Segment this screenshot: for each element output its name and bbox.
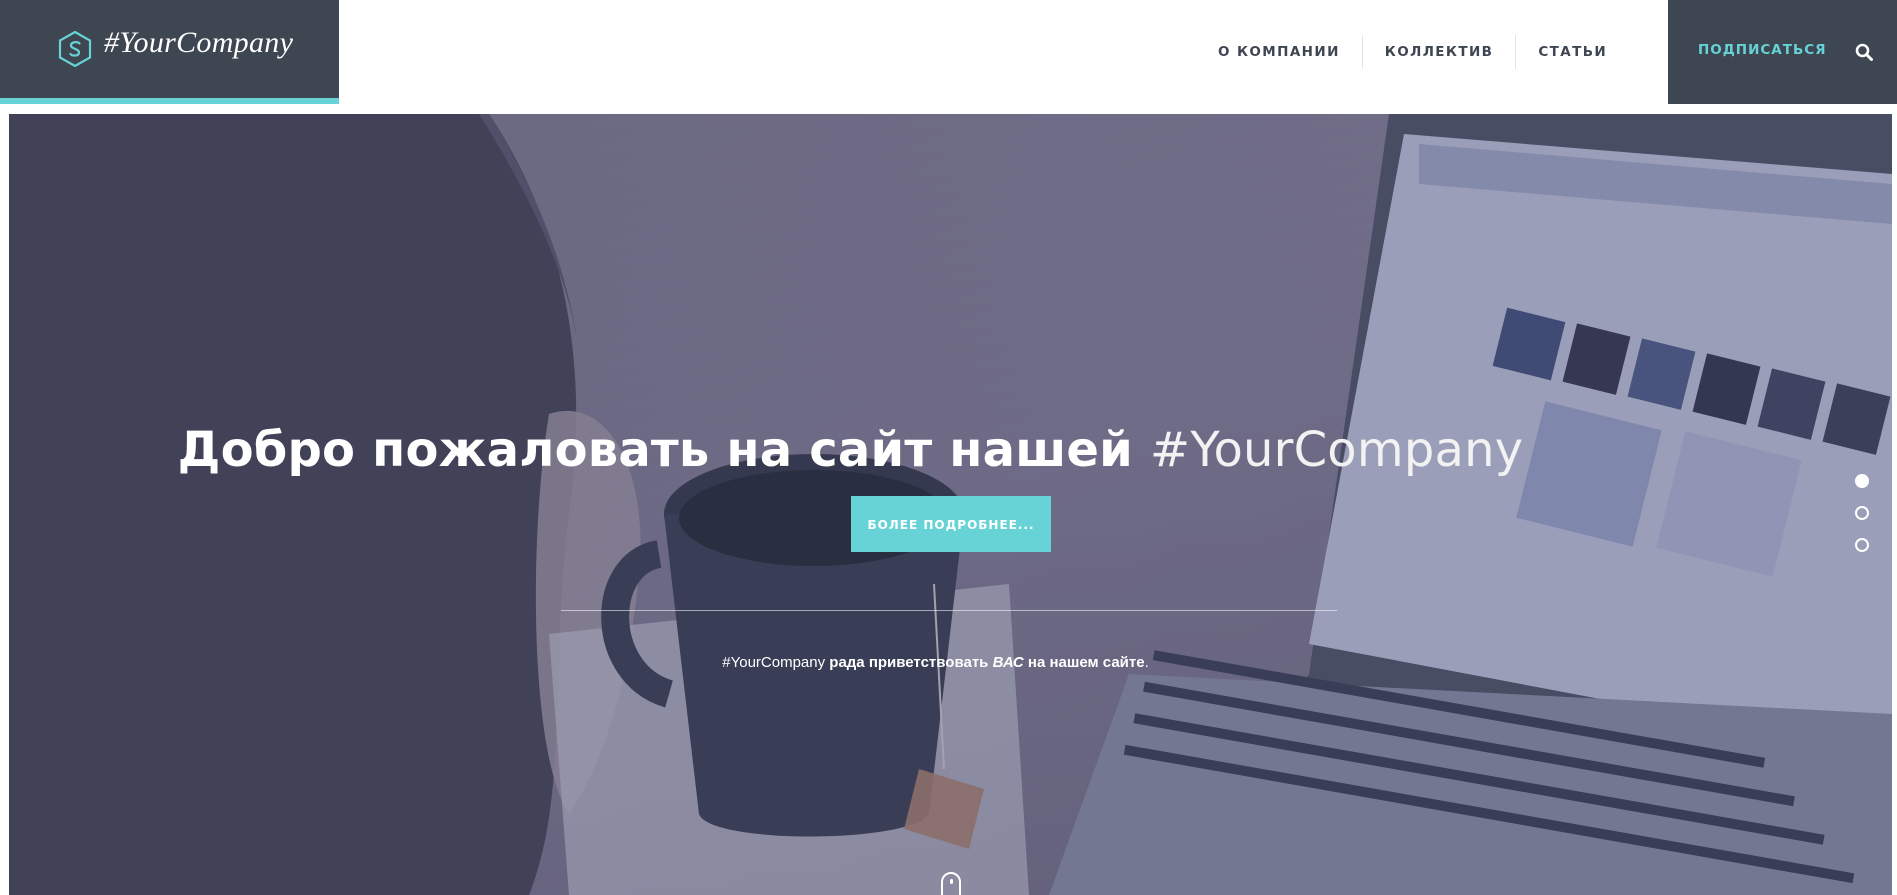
hero-divider [561,610,1337,611]
nav-item-articles[interactable]: СТАТЬИ [1516,34,1629,70]
hero-slider: Добро пожаловать на сайт нашей #YourComp… [9,114,1892,895]
header-actions: ПОДПИСАТЬСЯ [1668,0,1897,104]
logo-text: #YourCompany [104,26,294,59]
logo-block[interactable]: #YourCompany [0,0,339,98]
subtitle-text-1: рада приветствовать [825,654,993,671]
subtitle-end: . [1144,654,1149,671]
hero-title-main: Добро пожаловать на сайт нашей [177,422,1150,479]
more-info-button[interactable]: БОЛЕЕ ПОДРОБНЕЕ... [851,496,1051,552]
subtitle-emphasis: ВАС [992,654,1024,671]
slider-dot-2[interactable] [1855,506,1869,520]
nav-item-about[interactable]: О КОМПАНИИ [1200,34,1362,70]
hero-subtitle: #YourCompany рада приветствовать ВАС на … [9,654,1877,671]
subtitle-brand: #YourCompany [722,654,826,671]
hero-title: Добро пожаловать на сайт нашей #YourComp… [9,422,1792,478]
subscribe-button[interactable]: ПОДПИСАТЬСЯ [1698,42,1827,58]
hexagon-s-logo-icon [58,30,92,68]
site-header: #YourCompany О КОМПАНИИ КОЛЛЕКТИВ СТАТЬИ… [0,0,1897,104]
mouse-scroll-icon[interactable] [941,872,961,895]
subtitle-text-2: на нашем сайте [1023,654,1145,671]
nav-item-team[interactable]: КОЛЛЕКТИВ [1363,34,1516,70]
main-nav: О КОМПАНИИ КОЛЛЕКТИВ СТАТЬИ [1200,34,1629,70]
logo-accent-bar [0,98,339,104]
search-icon[interactable] [1855,43,1873,61]
slider-dot-1[interactable] [1855,474,1869,488]
slider-dot-3[interactable] [1855,538,1869,552]
slider-pagination [1855,474,1869,570]
hero-title-brand: #YourCompany [1149,422,1524,479]
